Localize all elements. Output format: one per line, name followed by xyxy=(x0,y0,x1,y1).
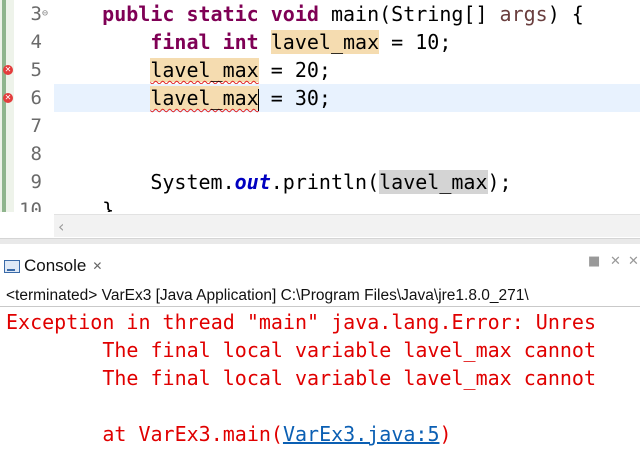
code-text[interactable]: lavel_max = 20; xyxy=(54,56,331,84)
stack-trace-line: at VarEx3.main(VarEx3.java:5) xyxy=(6,422,452,446)
code-line-9[interactable]: 9 System.out.println(lavel_max); xyxy=(0,168,640,196)
tab-label: Console xyxy=(24,256,87,275)
console-description: <terminated> VarEx3 [Java Application] C… xyxy=(6,287,529,304)
line-number: 9 xyxy=(30,171,42,193)
code-text[interactable]: lavel_max = 30; xyxy=(54,84,331,112)
line-number: 6 xyxy=(30,87,42,109)
parameter: args xyxy=(499,2,548,26)
keyword: public static void xyxy=(102,2,319,26)
error-variable: lavel_max xyxy=(150,58,259,82)
horizontal-scrollbar[interactable]: ‹ xyxy=(54,214,640,237)
error-marker-icon[interactable]: ✕ xyxy=(3,65,13,75)
console-icon xyxy=(4,259,20,273)
console-output-line: Exception in thread "main" java.lang.Err… xyxy=(6,310,597,334)
divider xyxy=(0,306,640,307)
error-variable: lavel_max xyxy=(150,86,259,110)
code-line-6[interactable]: ✕ 6 lavel_max = 30; xyxy=(0,84,640,112)
terminate-icon[interactable]: ■ xyxy=(588,254,600,269)
line-number: 3 xyxy=(30,3,42,25)
code-line-4[interactable]: 4 final int lavel_max = 10; xyxy=(0,28,640,56)
fold-collapse-icon[interactable]: ⊖ xyxy=(42,0,52,28)
code-line-10[interactable]: 10 } xyxy=(0,196,640,212)
line-number: 4 xyxy=(30,31,42,53)
code-line-5[interactable]: ✕ 5 lavel_max = 20; xyxy=(0,56,640,84)
console-view-header: Console ✕ ■ ✕ ✕ xyxy=(0,244,640,284)
code-line-8[interactable]: 8 xyxy=(0,140,640,168)
line-number: 10 xyxy=(19,199,42,212)
close-icon[interactable]: ✕ xyxy=(92,259,102,273)
line-number: 7 xyxy=(30,115,42,137)
keyword: final int xyxy=(150,30,259,54)
error-marker-icon[interactable]: ✕ xyxy=(3,93,13,103)
code-editor[interactable]: 3 ⊖ public static void main(String[] arg… xyxy=(0,0,640,212)
code-text[interactable]: } xyxy=(54,196,114,212)
code-line-3[interactable]: 3 ⊖ public static void main(String[] arg… xyxy=(0,0,640,28)
code-text[interactable]: System.out.println(lavel_max); xyxy=(54,168,512,196)
code-line-7[interactable]: 7 xyxy=(0,112,640,140)
stack-trace-link[interactable]: VarEx3.java:5 xyxy=(283,422,440,446)
code-text[interactable]: public static void main(String[] args) { xyxy=(54,0,584,28)
remove-all-icon[interactable]: ✕ xyxy=(628,254,639,269)
scroll-left-icon[interactable]: ‹ xyxy=(58,217,64,236)
remove-launch-icon[interactable]: ✕ xyxy=(610,254,621,269)
console-output-line: The final local variable lavel_max canno… xyxy=(6,366,597,390)
tab-console[interactable]: Console ✕ xyxy=(4,252,102,280)
console-output-line: The final local variable lavel_max canno… xyxy=(6,338,597,362)
static-field: out xyxy=(234,170,271,194)
code-text[interactable]: final int lavel_max = 10; xyxy=(54,28,451,56)
line-number: 5 xyxy=(30,59,42,81)
variable-occurrence: lavel_max xyxy=(379,170,488,194)
line-number: 8 xyxy=(30,143,42,165)
variable-occurrence: lavel_max xyxy=(270,30,380,54)
